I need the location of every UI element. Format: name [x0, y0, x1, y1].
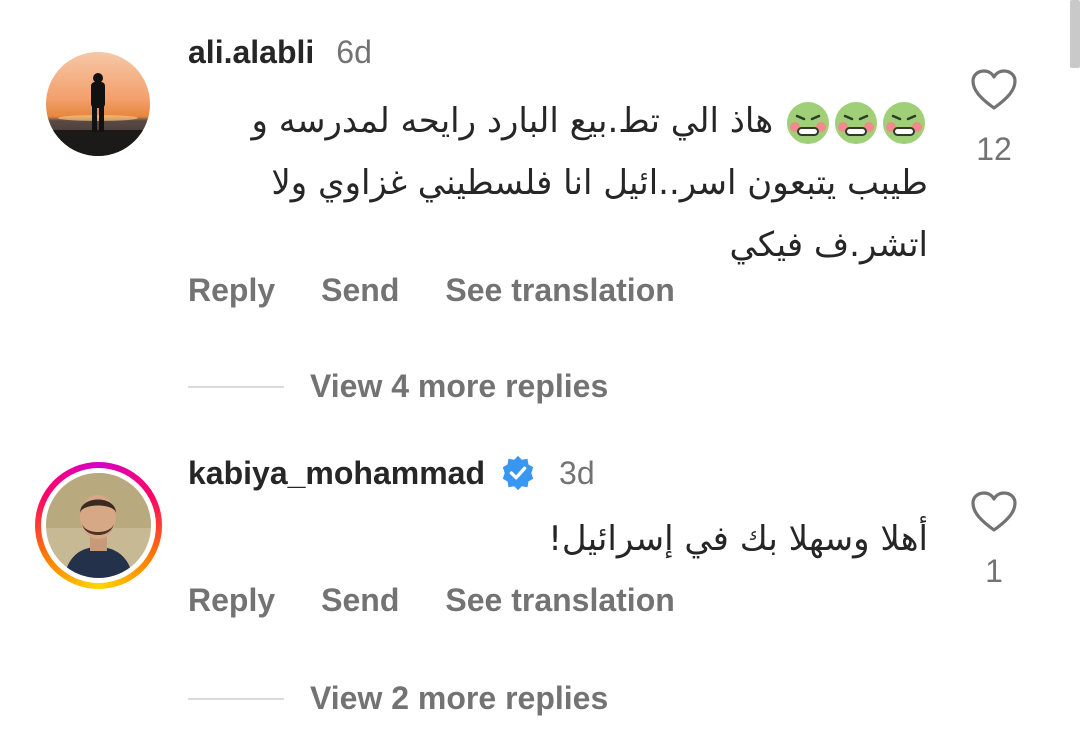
- username[interactable]: ali.alabli: [188, 34, 314, 71]
- nauseated-face-icon: [786, 101, 830, 145]
- comment-time: 3d: [559, 454, 595, 491]
- view-more-replies-button[interactable]: View 4 more replies: [188, 368, 608, 405]
- view-more-replies-label: View 4 more replies: [310, 368, 609, 404]
- avatar-portrait-image: [46, 473, 151, 578]
- reply-button[interactable]: Reply: [188, 582, 275, 619]
- avatar-story-ring[interactable]: [35, 462, 162, 589]
- comment-text-line: أهلا وسهلا بك في إسرائيل!: [548, 519, 928, 559]
- view-more-replies-button[interactable]: View 2 more replies: [188, 680, 608, 717]
- comment-text-line: اتشر.ف فيكي: [729, 225, 929, 265]
- comment-text: أهلا وسهلا بك في إسرائيل!: [188, 508, 928, 570]
- comment-text-line: طيبب يتبعون اسر..ائيل انا فلسطيني غزاوي …: [271, 163, 928, 203]
- heart-icon[interactable]: [970, 490, 1018, 539]
- send-button[interactable]: Send: [321, 272, 399, 309]
- comment-text-part: هاذ الي تط.بيع البارد رايحه لمدرسه و: [251, 101, 774, 141]
- view-more-replies-label: View 2 more replies: [310, 680, 609, 716]
- comment-header: kabiya_mohammad 3d: [188, 454, 595, 492]
- like-control: 12: [966, 68, 1022, 168]
- comment-actions: Reply Send See translation: [188, 582, 675, 619]
- see-translation-button[interactable]: See translation: [445, 582, 674, 619]
- avatar: [46, 473, 151, 578]
- comment-actions: Reply Send See translation: [188, 272, 675, 309]
- comment-text-line: هاذ الي تط.بيع البارد رايحه لمدرسه و: [188, 90, 928, 152]
- verified-badge-icon: [499, 454, 537, 492]
- comments-page: ali.alabli 6d هاذ الي تط.بيع البارد رايح…: [0, 0, 1080, 746]
- like-count: 1: [985, 553, 1003, 589]
- like-control: 1: [966, 490, 1022, 590]
- heart-icon[interactable]: [970, 68, 1018, 117]
- comment-item: ali.alabli 6d هاذ الي تط.بيع البارد رايح…: [0, 0, 1080, 330]
- comment-item: kabiya_mohammad 3d أهلا وسهلا بك في إسرا…: [0, 440, 1080, 640]
- like-count: 12: [976, 131, 1012, 167]
- send-button[interactable]: Send: [321, 582, 399, 619]
- nauseated-face-icon: [882, 101, 926, 145]
- comment-time: 6d: [336, 34, 372, 70]
- username[interactable]: kabiya_mohammad: [188, 455, 485, 492]
- comment-text: هاذ الي تط.بيع البارد رايحه لمدرسه و طيب…: [188, 90, 929, 276]
- avatar-sunset-image: [46, 52, 150, 156]
- divider-line: [188, 385, 284, 388]
- avatar[interactable]: [46, 52, 150, 156]
- nauseated-face-icon: [834, 101, 878, 145]
- reply-button[interactable]: Reply: [188, 272, 275, 309]
- comment-header: ali.alabli 6d: [188, 34, 372, 71]
- divider-line: [188, 697, 284, 700]
- see-translation-button[interactable]: See translation: [445, 272, 674, 309]
